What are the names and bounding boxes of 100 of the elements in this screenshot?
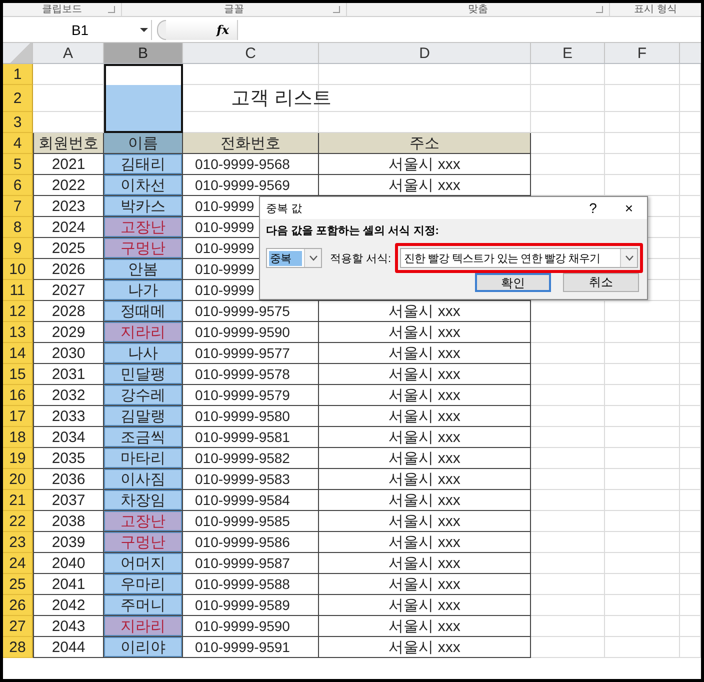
table-cell[interactable]: 이리야 — [104, 637, 183, 658]
table-cell[interactable]: 010-9999-9584 — [183, 490, 319, 511]
dialog-launcher-icon[interactable] — [108, 6, 115, 13]
row-header[interactable]: 17 — [3, 406, 33, 427]
column-header[interactable]: F — [605, 43, 680, 63]
dialog-launcher-icon[interactable] — [596, 6, 603, 13]
table-cell[interactable]: 주머니 — [104, 595, 183, 616]
column-heading[interactable]: 전화번호 — [183, 133, 319, 154]
table-cell[interactable]: 서울시 xxx — [319, 406, 531, 427]
table-cell[interactable]: 010-9999-9586 — [183, 532, 319, 553]
table-cell[interactable]: 서울시 xxx — [319, 448, 531, 469]
table-cell[interactable]: 서울시 xxx — [319, 301, 531, 322]
rule-dropdown[interactable]: 중복 — [266, 248, 322, 268]
table-cell[interactable]: 010-9999-9587 — [183, 553, 319, 574]
table-cell[interactable]: 010-9999-9583 — [183, 469, 319, 490]
row-header[interactable]: 13 — [3, 322, 33, 343]
table-cell[interactable]: 차장임 — [104, 490, 183, 511]
table-cell[interactable]: 010-9999-9580 — [183, 406, 319, 427]
row-header[interactable]: 23 — [3, 532, 33, 553]
row-header[interactable]: 12 — [3, 301, 33, 322]
dialog-launcher-icon[interactable] — [333, 6, 340, 13]
table-cell[interactable]: 서울시 xxx — [319, 532, 531, 553]
table-cell[interactable]: 010-9999-9568 — [183, 154, 319, 175]
table-cell[interactable]: 010-9999-9581 — [183, 427, 319, 448]
table-cell[interactable]: 김말랭 — [104, 406, 183, 427]
column-heading[interactable]: 이름 — [104, 133, 183, 154]
row-header[interactable]: 8 — [3, 217, 33, 238]
row-header[interactable]: 27 — [3, 616, 33, 637]
help-button[interactable]: ? — [575, 197, 611, 219]
row-header[interactable]: 22 — [3, 511, 33, 532]
cancel-button[interactable]: 취소 — [563, 273, 639, 292]
table-cell[interactable]: 010-9999-9577 — [183, 343, 319, 364]
row-header[interactable]: 7 — [3, 196, 33, 217]
table-cell[interactable]: 010-9999-9588 — [183, 574, 319, 595]
row-header[interactable]: 4 — [3, 133, 33, 154]
ok-button[interactable]: 확인 — [475, 273, 551, 292]
table-cell[interactable]: 010-9999-9590 — [183, 322, 319, 343]
row-header[interactable]: 26 — [3, 595, 33, 616]
table-cell[interactable]: 서울시 xxx — [319, 616, 531, 637]
row-header[interactable]: 1 — [3, 64, 33, 85]
column-heading[interactable]: 회원번호 — [33, 133, 104, 154]
table-cell[interactable]: 서울시 xxx — [319, 343, 531, 364]
table-cell[interactable]: 조금씩 — [104, 427, 183, 448]
row-header[interactable]: 3 — [3, 112, 33, 133]
format-dropdown[interactable]: 진한 빨강 텍스트가 있는 연한 빨강 채우기 — [400, 248, 638, 268]
table-cell[interactable]: 정때메 — [104, 301, 183, 322]
column-header[interactable]: C — [183, 43, 319, 63]
table-cell[interactable]: 서울시 xxx — [319, 511, 531, 532]
table-cell[interactable]: 어머지 — [104, 553, 183, 574]
column-header[interactable]: D — [319, 43, 531, 63]
row-header[interactable]: 24 — [3, 553, 33, 574]
table-cell[interactable]: 이사짐 — [104, 469, 183, 490]
table-cell[interactable]: 김태리 — [104, 154, 183, 175]
row-header[interactable]: 21 — [3, 490, 33, 511]
row-header[interactable]: 15 — [3, 364, 33, 385]
table-cell[interactable]: 민달팽 — [104, 364, 183, 385]
table-cell[interactable]: 서울시 xxx — [319, 553, 531, 574]
table-cell[interactable]: 우마리 — [104, 574, 183, 595]
table-cell[interactable]: 나가 — [104, 280, 183, 301]
column-header[interactable]: B — [104, 43, 183, 63]
row-header[interactable]: 2 — [3, 85, 33, 112]
table-cell[interactable]: 서울시 xxx — [319, 490, 531, 511]
table-cell[interactable]: 서울시 xxx — [319, 427, 531, 448]
table-cell[interactable]: 서울시 xxx — [319, 154, 531, 175]
dropdown-button[interactable] — [304, 249, 321, 267]
row-header[interactable]: 6 — [3, 175, 33, 196]
table-cell[interactable]: 010-9999-9590 — [183, 616, 319, 637]
dropdown-button[interactable] — [620, 249, 637, 267]
table-cell[interactable]: 010-9999-9591 — [183, 637, 319, 658]
row-header[interactable]: 18 — [3, 427, 33, 448]
column-header[interactable]: E — [531, 43, 605, 63]
table-cell[interactable]: 나사 — [104, 343, 183, 364]
table-cell[interactable]: 서울시 xxx — [319, 364, 531, 385]
column-heading[interactable]: 주소 — [319, 133, 531, 154]
table-cell[interactable]: 서울시 xxx — [319, 595, 531, 616]
table-cell[interactable]: 박카스 — [104, 196, 183, 217]
table-cell[interactable] — [104, 85, 183, 112]
table-cell[interactable]: 010-9999-9585 — [183, 511, 319, 532]
row-header[interactable]: 14 — [3, 343, 33, 364]
table-cell[interactable]: 010-9999-9582 — [183, 448, 319, 469]
row-header[interactable]: 5 — [3, 154, 33, 175]
table-cell[interactable]: 010-9999-9579 — [183, 385, 319, 406]
row-header[interactable]: 20 — [3, 469, 33, 490]
table-cell[interactable]: 서울시 xxx — [319, 469, 531, 490]
table-cell[interactable]: 서울시 xxx — [319, 385, 531, 406]
row-header[interactable]: 16 — [3, 385, 33, 406]
table-cell[interactable]: 010-9999-9589 — [183, 595, 319, 616]
row-header[interactable]: 19 — [3, 448, 33, 469]
table-cell[interactable]: 010-9999-9575 — [183, 301, 319, 322]
table-cell[interactable]: 서울시 xxx — [319, 322, 531, 343]
table-cell[interactable]: 이차선 — [104, 175, 183, 196]
table-cell[interactable]: 마타리 — [104, 448, 183, 469]
table-cell[interactable]: 서울시 xxx — [319, 637, 531, 658]
row-header[interactable]: 10 — [3, 259, 33, 280]
table-cell[interactable] — [104, 112, 183, 133]
name-box[interactable]: B1 — [3, 20, 152, 40]
table-cell[interactable]: 안봄 — [104, 259, 183, 280]
table-cell[interactable] — [104, 64, 183, 85]
table-cell[interactable]: 010-9999-9578 — [183, 364, 319, 385]
insert-function-button[interactable]: fx — [166, 20, 238, 40]
